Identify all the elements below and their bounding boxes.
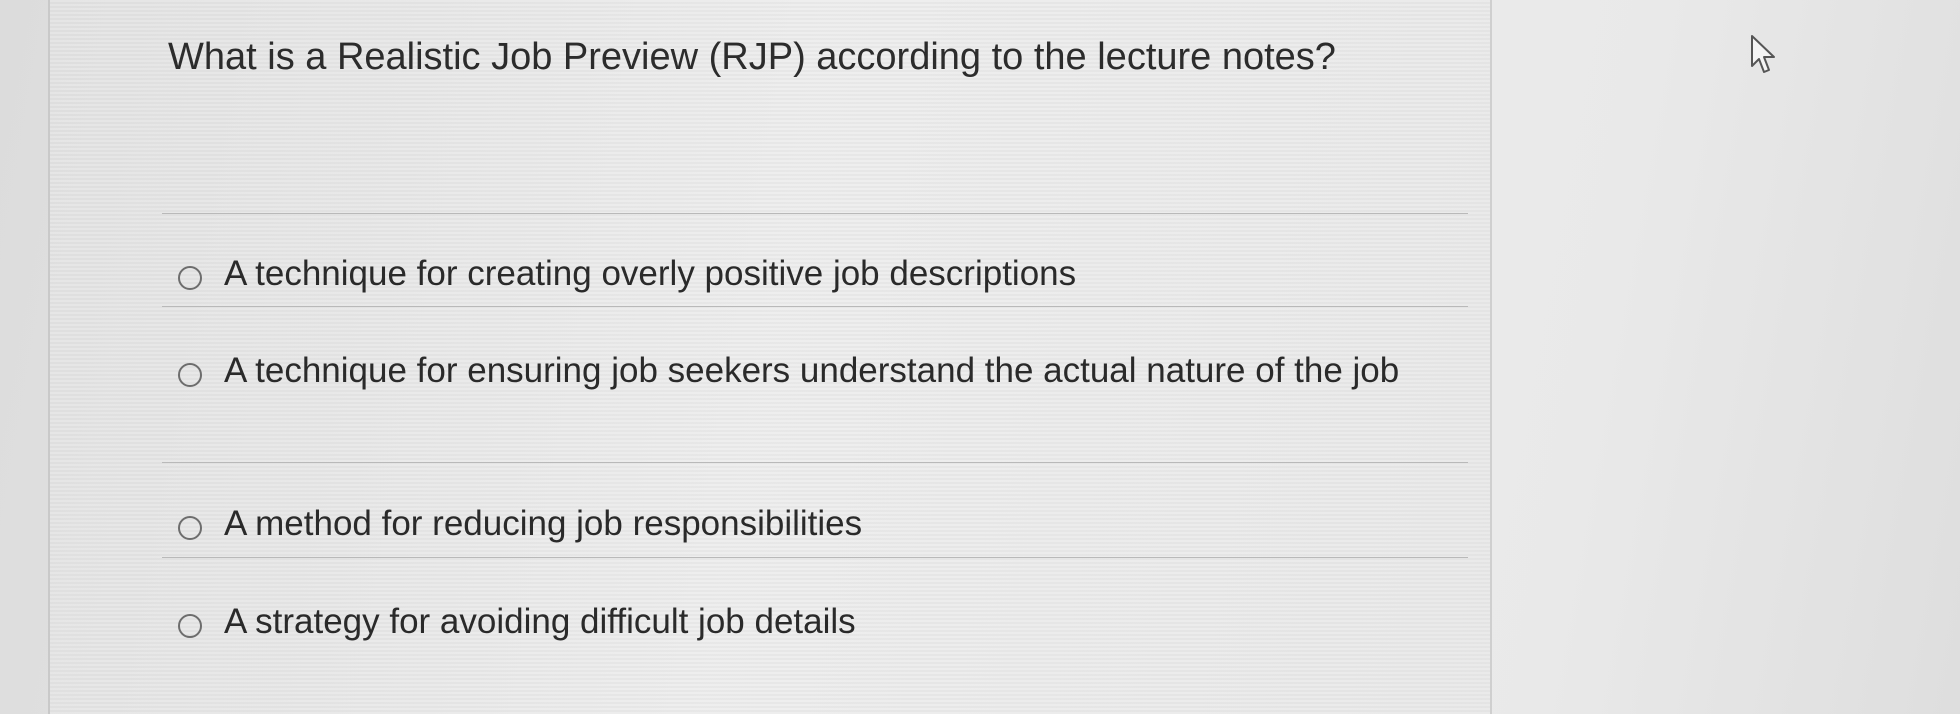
radio-button-2[interactable]: [178, 363, 202, 387]
question-text: What is a Realistic Job Preview (RJP) ac…: [168, 36, 1336, 78]
answer-option-2[interactable]: A technique for ensuring job seekers und…: [178, 351, 1408, 402]
screen: What is a Realistic Job Preview (RJP) ac…: [0, 0, 1960, 714]
answer-option-4-label[interactable]: A strategy for avoiding difficult job de…: [224, 591, 856, 653]
answer-option-1[interactable]: A technique for creating overly positive…: [178, 254, 1428, 305]
divider: [162, 306, 1468, 307]
divider: [162, 213, 1468, 214]
question-card: What is a Realistic Job Preview (RJP) ac…: [50, 0, 1492, 714]
answer-option-3-label[interactable]: A method for reducing job responsibiliti…: [224, 493, 862, 555]
answer-option-2-label[interactable]: A technique for ensuring job seekers und…: [224, 340, 1399, 402]
mouse-pointer-icon: [1751, 35, 1775, 73]
divider: [162, 462, 1468, 463]
radio-button-3[interactable]: [178, 516, 202, 540]
divider: [162, 557, 1468, 558]
answer-option-3[interactable]: A method for reducing job responsibiliti…: [178, 504, 1428, 555]
answer-option-4[interactable]: A strategy for avoiding difficult job de…: [178, 602, 1428, 653]
answer-option-1-label[interactable]: A technique for creating overly positive…: [224, 243, 1076, 305]
radio-button-1[interactable]: [178, 266, 202, 290]
radio-button-4[interactable]: [178, 614, 202, 638]
